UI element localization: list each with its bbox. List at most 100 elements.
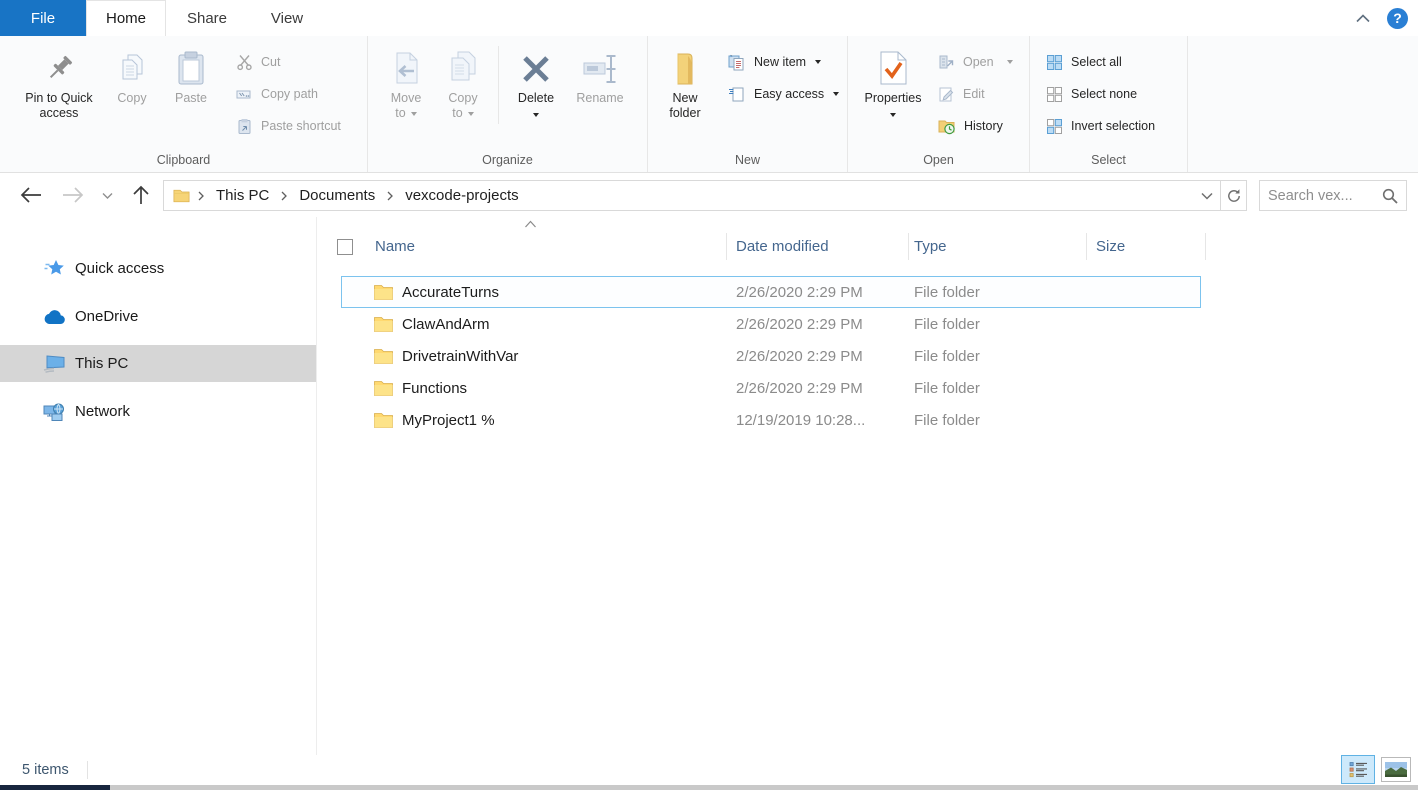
column-header-type[interactable]: Type xyxy=(914,238,947,255)
pin-to-quick-access-button[interactable]: Pin to Quickaccess xyxy=(14,42,104,148)
sidebar-item-this-pc[interactable]: This PC xyxy=(0,345,316,382)
select-all-checkbox[interactable] xyxy=(337,239,353,255)
sidebar-item-quick-access[interactable]: Quick access xyxy=(0,250,316,287)
invert-selection-button[interactable]: Invert selection xyxy=(1042,110,1159,142)
large-thumbnails-view-button[interactable] xyxy=(1381,757,1411,782)
address-bar-row: This PC Documents vexcode-projects xyxy=(0,173,1418,217)
pin-label-line2: access xyxy=(40,106,79,120)
onedrive-cloud-icon xyxy=(42,309,66,325)
column-header-name[interactable]: Name xyxy=(375,238,415,255)
properties-icon xyxy=(878,46,908,86)
file-date: 2/26/2020 2:29 PM xyxy=(736,380,914,397)
back-button[interactable] xyxy=(16,180,46,210)
rename-button[interactable]: Rename xyxy=(567,42,633,148)
breadcrumb-documents[interactable]: Documents xyxy=(295,185,379,206)
sidebar-item-label: Quick access xyxy=(75,260,164,277)
column-divider[interactable] xyxy=(908,233,909,260)
ribbon-group-clipboard: Pin to Quickaccess Copy Paste xyxy=(0,36,368,172)
tab-file[interactable]: File xyxy=(0,0,86,36)
history-button[interactable]: History xyxy=(934,110,1017,142)
file-name: MyProject1 % xyxy=(402,412,495,429)
column-divider[interactable] xyxy=(1086,233,1087,260)
search-input[interactable] xyxy=(1268,188,1382,204)
new-item-button[interactable]: New item xyxy=(724,46,843,78)
move-to-label-line1: Move xyxy=(391,91,422,105)
file-type: File folder xyxy=(914,412,1092,429)
recent-locations-dropdown[interactable] xyxy=(96,180,118,210)
status-bar: 5 items xyxy=(0,755,1418,785)
sidebar-item-onedrive[interactable]: OneDrive xyxy=(0,298,316,335)
dropdown-caret xyxy=(833,92,839,96)
file-row-drivetrainwithvar[interactable]: DrivetrainWithVar 2/26/2020 2:29 PM File… xyxy=(341,340,1201,372)
ribbon-group-open: Properties Open Edit xyxy=(848,36,1030,172)
file-type: File folder xyxy=(914,380,1092,397)
address-dropdown-button[interactable] xyxy=(1194,181,1220,210)
copy-button[interactable]: Copy xyxy=(104,42,160,148)
file-date: 12/19/2019 10:28... xyxy=(736,412,914,429)
column-headers: Name Date modified Type Size xyxy=(318,230,1418,264)
delete-label: Delete xyxy=(518,91,554,105)
copy-to-label-line2: to xyxy=(452,106,462,120)
sidebar-item-network[interactable]: Network xyxy=(0,393,316,430)
new-group-label: New xyxy=(648,153,847,167)
file-type: File folder xyxy=(914,284,1092,301)
column-header-date-modified[interactable]: Date modified xyxy=(736,238,829,255)
delete-button[interactable]: Delete xyxy=(505,42,567,148)
dropdown-caret xyxy=(890,113,896,117)
file-row-myproject1[interactable]: MyProject1 % 12/19/2019 10:28... File fo… xyxy=(341,404,1201,436)
breadcrumb-chevron-icon xyxy=(387,191,393,201)
open-label: Open xyxy=(963,55,994,69)
column-header-size[interactable]: Size xyxy=(1096,238,1125,255)
organize-group-divider xyxy=(498,46,499,124)
open-button[interactable]: Open xyxy=(934,46,1017,78)
move-to-button[interactable]: Moveto xyxy=(378,42,434,148)
ribbon-tab-strip: File Home Share View ? xyxy=(0,0,1418,36)
column-divider[interactable] xyxy=(726,233,727,260)
select-all-button[interactable]: Select all xyxy=(1042,46,1159,78)
this-pc-monitor-icon xyxy=(42,354,66,373)
new-folder-label-line1: New xyxy=(672,91,697,105)
minimize-ribbon-chevron-icon[interactable] xyxy=(1355,13,1371,23)
tab-share[interactable]: Share xyxy=(166,0,248,36)
copy-to-button[interactable]: Copyto xyxy=(434,42,492,148)
edit-button[interactable]: Edit xyxy=(934,78,1017,110)
properties-label: Properties xyxy=(865,91,922,105)
help-button[interactable]: ? xyxy=(1387,8,1408,29)
refresh-button[interactable] xyxy=(1220,181,1246,210)
column-divider[interactable] xyxy=(1205,233,1206,260)
tab-view[interactable]: View xyxy=(248,0,326,36)
paste-shortcut-label: Paste shortcut xyxy=(261,119,341,133)
file-row-functions[interactable]: Functions 2/26/2020 2:29 PM File folder xyxy=(341,372,1201,404)
breadcrumb-this-pc[interactable]: This PC xyxy=(212,185,273,206)
file-row-accurateturns[interactable]: AccurateTurns 2/26/2020 2:29 PM File fol… xyxy=(341,276,1201,308)
details-view-button[interactable] xyxy=(1341,755,1375,784)
clipboard-group-label: Clipboard xyxy=(0,153,367,167)
dropdown-caret xyxy=(815,60,821,64)
cut-button[interactable]: Cut xyxy=(232,46,345,78)
easy-access-icon xyxy=(728,86,746,103)
search-icon[interactable] xyxy=(1382,188,1398,204)
properties-button[interactable]: Properties xyxy=(860,42,926,148)
select-none-button[interactable]: Select none xyxy=(1042,78,1159,110)
breadcrumb-vexcode-projects[interactable]: vexcode-projects xyxy=(401,185,522,206)
move-to-icon xyxy=(390,46,422,86)
address-bar[interactable]: This PC Documents vexcode-projects xyxy=(163,180,1247,211)
new-folder-button[interactable]: Newfolder xyxy=(656,42,714,148)
history-label: History xyxy=(964,119,1003,133)
file-type: File folder xyxy=(914,348,1092,365)
easy-access-button[interactable]: Easy access xyxy=(724,78,843,110)
copy-path-button[interactable]: Copy path xyxy=(232,78,345,110)
tab-home[interactable]: Home xyxy=(86,0,166,36)
ribbon-group-organize: Moveto Copyto Delete xyxy=(368,36,648,172)
pin-label-line1: Pin to Quick xyxy=(25,91,92,105)
search-box xyxy=(1259,180,1407,211)
up-button[interactable] xyxy=(126,180,156,210)
dropdown-caret xyxy=(411,112,417,116)
paste-button[interactable]: Paste xyxy=(160,42,222,148)
copy-label: Copy xyxy=(117,91,146,106)
forward-button[interactable] xyxy=(58,180,88,210)
file-row-clawandarm[interactable]: ClawAndArm 2/26/2020 2:29 PM File folder xyxy=(341,308,1201,340)
dropdown-caret xyxy=(533,113,539,117)
paste-shortcut-button[interactable]: Paste shortcut xyxy=(232,110,345,142)
breadcrumb-chevron-icon xyxy=(281,191,287,201)
